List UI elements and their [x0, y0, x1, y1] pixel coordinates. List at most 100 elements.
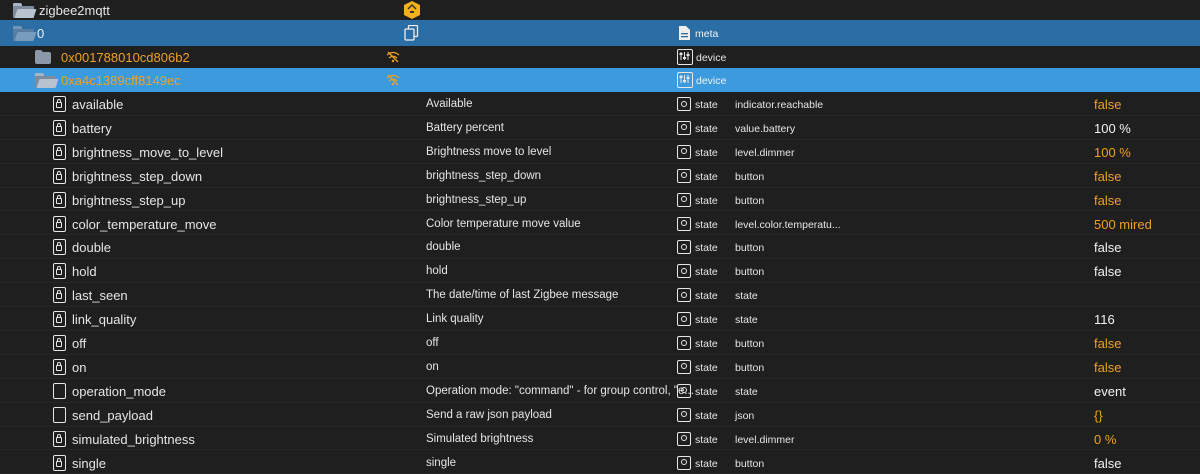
state-row[interactable]: brightness_step_down brightness_step_down…: [0, 163, 1200, 188]
state-type-icon: [677, 168, 691, 183]
state-row[interactable]: off off state button false: [0, 331, 1200, 355]
state-description: hold: [426, 265, 448, 278]
state-value[interactable]: false: [1094, 336, 1121, 351]
state-value[interactable]: false: [1094, 264, 1121, 279]
state-type: state: [695, 99, 718, 111]
state-type-icon: [677, 455, 691, 470]
state-row[interactable]: link_quality Link quality state state 116: [0, 307, 1200, 331]
state-description: brightness_step_up: [426, 193, 527, 206]
state-name: last_seen: [72, 288, 128, 304]
state-row[interactable]: double double state button false: [0, 235, 1200, 260]
state-type-icon: [677, 264, 691, 279]
state-value[interactable]: 116: [1094, 312, 1115, 327]
lock-doc-icon: [53, 119, 66, 136]
state-name: off: [72, 336, 87, 351]
state-name: double: [72, 240, 112, 256]
state-type-icon: [677, 336, 691, 350]
lock-doc-icon: [53, 215, 66, 232]
state-description: brightness_step_down: [426, 169, 542, 182]
state-value[interactable]: 100 %: [1094, 145, 1131, 160]
state-value[interactable]: false: [1094, 169, 1121, 184]
state-value[interactable]: 500 mired: [1094, 217, 1152, 232]
tree-row-instance[interactable]: 0 meta: [0, 20, 1200, 46]
state-role: state: [735, 290, 758, 303]
state-role: level.color.temperatu...: [735, 218, 841, 231]
state-type-icon: [677, 192, 691, 207]
state-row[interactable]: brightness_step_up brightness_step_up stat…: [0, 187, 1200, 212]
state-description: on: [426, 360, 439, 373]
state-value[interactable]: false: [1094, 360, 1121, 375]
state-value[interactable]: false: [1094, 456, 1121, 471]
state-row[interactable]: available Available state indicator.reachab…: [0, 92, 1200, 116]
folder-closed-icon[interactable]: [35, 50, 51, 64]
state-row[interactable]: send_payload Send a raw json payload state…: [0, 402, 1200, 427]
state-description: Operation mode: "command" - for group co…: [426, 384, 694, 397]
doc-icon: [53, 406, 66, 423]
state-role: level.dimmer: [735, 433, 795, 446]
device-type: device: [696, 75, 727, 87]
state-type: state: [695, 457, 718, 470]
state-value[interactable]: 0 %: [1094, 432, 1116, 447]
state-name: brightness_step_up: [72, 192, 186, 208]
doc-icon: [53, 382, 66, 399]
state-value[interactable]: false: [1094, 240, 1121, 255]
state-description: Send a raw json payload: [426, 408, 552, 421]
tree-row-root[interactable]: zigbee2mqtt: [0, 0, 1200, 20]
state-type: state: [695, 170, 718, 183]
state-type: state: [695, 290, 718, 303]
state-type: state: [695, 409, 718, 422]
state-role: state: [735, 385, 758, 398]
tree-row-device[interactable]: 0x001788010cd806b2 device: [0, 46, 1200, 68]
state-type-icon: [677, 216, 691, 231]
copy-icon[interactable]: [404, 25, 419, 41]
device-icon: [677, 72, 693, 88]
folder-open-icon[interactable]: [35, 73, 59, 88]
state-type: state: [695, 218, 718, 231]
state-description: double: [426, 241, 461, 254]
lock-doc-icon: [53, 454, 66, 471]
state-role: button: [735, 266, 765, 279]
state-row[interactable]: color_temperature_move Color temperature …: [0, 211, 1200, 236]
state-type: state: [695, 338, 718, 350]
state-row[interactable]: last_seen The date/time of last Zigbee me…: [0, 283, 1200, 308]
state-type: state: [695, 146, 718, 159]
lock-doc-icon: [53, 335, 66, 351]
state-type-icon: [677, 383, 691, 398]
lock-doc-icon: [53, 167, 66, 184]
tree-row-device-selected[interactable]: 0xa4c1389cff8149ec device: [0, 68, 1200, 92]
state-description: Link quality: [426, 313, 484, 326]
lock-doc-icon: [53, 239, 66, 256]
state-name: on: [72, 359, 87, 375]
state-role: button: [735, 457, 765, 470]
state-role: button: [735, 242, 765, 255]
state-row[interactable]: battery Battery percent state value.battery…: [0, 115, 1200, 140]
folder-open-icon[interactable]: [13, 26, 37, 41]
lock-doc-icon: [53, 358, 66, 375]
state-role: json: [735, 409, 755, 422]
state-row[interactable]: on on state button false: [0, 354, 1200, 379]
state-type: state: [695, 122, 718, 135]
state-row[interactable]: single single state button false: [0, 450, 1200, 474]
state-name: battery: [72, 120, 112, 136]
state-row[interactable]: brightness_move_to_level Brightness move …: [0, 139, 1200, 164]
state-description: off: [426, 337, 439, 349]
state-type: state: [695, 266, 718, 279]
state-row[interactable]: operation_mode Operation mode: "command" …: [0, 378, 1200, 403]
state-name: operation_mode: [72, 383, 166, 399]
state-value[interactable]: false: [1094, 193, 1121, 208]
state-value[interactable]: false: [1094, 97, 1121, 112]
state-value[interactable]: {}: [1094, 408, 1103, 423]
state-type-icon: [677, 312, 691, 327]
lock-doc-icon: [53, 263, 66, 280]
state-value[interactable]: event: [1094, 384, 1126, 399]
state-row[interactable]: hold hold state button false: [0, 259, 1200, 284]
lock-doc-icon: [53, 287, 66, 304]
state-row[interactable]: simulated_brightness Simulated brightness…: [0, 426, 1200, 451]
state-value[interactable]: 100 %: [1094, 121, 1131, 136]
instance-label: 0: [37, 26, 45, 41]
folder-open-icon[interactable]: [13, 3, 37, 18]
state-role: indicator.reachable: [735, 99, 824, 111]
meta-doc-icon: [679, 26, 690, 40]
state-type-icon: [677, 240, 691, 255]
state-type: state: [695, 433, 718, 446]
